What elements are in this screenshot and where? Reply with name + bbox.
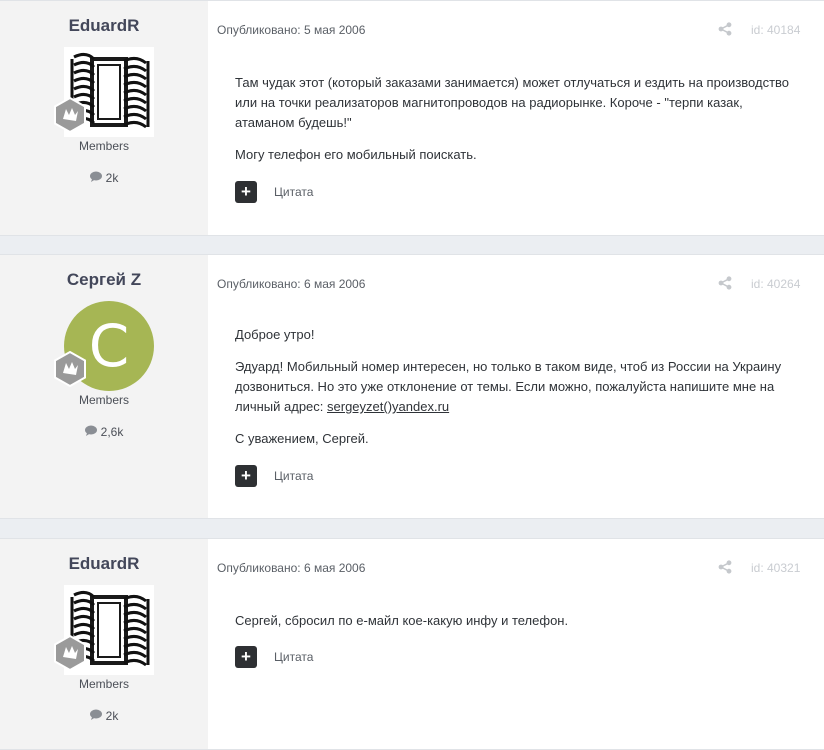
- post-content: Опубликовано: 5 мая 2006 id: 40184 Там ч…: [208, 1, 824, 235]
- member-group: Members: [78, 139, 129, 153]
- comment-icon: [89, 171, 102, 182]
- post-count: 2,6k: [0, 425, 208, 439]
- quote-button[interactable]: Цитата: [274, 469, 313, 483]
- post-actions: + Цитата: [235, 465, 313, 487]
- post-count-value: 2,6k: [100, 425, 124, 439]
- member-group: Members: [78, 393, 129, 407]
- post-paragraph: Там чудак этот (который заказами занимае…: [235, 75, 790, 130]
- quote-button[interactable]: Цитата: [274, 650, 313, 664]
- post-count: 2k: [0, 709, 208, 723]
- post-paragraph-text: Эдуард! Мобильный номер интересен, но то…: [235, 359, 782, 414]
- post-paragraph: Доброе утро!: [235, 327, 315, 342]
- post-body: Доброе утро! Эдуард! Мобильный номер инт…: [235, 325, 795, 461]
- avatar[interactable]: [54, 45, 156, 139]
- rank-badge-icon: [54, 351, 86, 387]
- post-id[interactable]: id: 40264: [751, 277, 800, 291]
- plus-icon[interactable]: +: [235, 181, 257, 203]
- avatar[interactable]: C: [54, 301, 154, 391]
- post-body: Там чудак этот (который заказами занимае…: [235, 73, 795, 177]
- post-actions: + Цитата: [235, 181, 313, 203]
- comment-icon: [89, 709, 102, 720]
- post: Сергей Z C Members 2,6k Опубликовано: 6 …: [0, 254, 824, 519]
- post-body: Сергей, сбросил по e-майл кое-какую инфу…: [235, 611, 795, 643]
- post-date[interactable]: Опубликовано: 6 мая 2006: [217, 561, 365, 575]
- post-paragraph: Эдуард! Мобильный номер интересен, но то…: [235, 357, 795, 417]
- author-panel: Сергей Z C Members 2,6k: [0, 255, 208, 518]
- share-icon[interactable]: [718, 22, 732, 36]
- post-paragraph: Сергей, сбросил по e-майл кое-какую инфу…: [235, 613, 569, 628]
- post-id[interactable]: id: 40321: [751, 561, 800, 575]
- author-name-link[interactable]: Сергей Z: [0, 270, 208, 290]
- rank-badge-icon: [54, 97, 86, 133]
- author-panel: EduardR Members 2k: [0, 539, 208, 749]
- author-name-link[interactable]: EduardR: [0, 16, 208, 36]
- post-content: Опубликовано: 6 мая 2006 id: 40264 Добро…: [208, 255, 824, 518]
- post: EduardR Members 2k Опубликовано: 5 мая 2…: [0, 0, 824, 236]
- post-date[interactable]: Опубликовано: 5 мая 2006: [217, 23, 365, 37]
- post-content: Опубликовано: 6 мая 2006 id: 40321 Серге…: [208, 539, 824, 749]
- share-icon[interactable]: [718, 560, 732, 574]
- plus-icon[interactable]: +: [235, 465, 257, 487]
- comment-icon: [84, 425, 97, 436]
- quote-button[interactable]: Цитата: [274, 185, 313, 199]
- avatar[interactable]: [54, 583, 156, 677]
- email-link[interactable]: sergeyzet()yandex.ru: [327, 399, 449, 414]
- post-paragraph: С уважением, Сергей.: [235, 431, 369, 446]
- post-id[interactable]: id: 40184: [751, 23, 800, 37]
- author-panel: EduardR Members 2k: [0, 1, 208, 235]
- author-name-link[interactable]: EduardR: [0, 554, 208, 574]
- rank-badge-icon: [54, 635, 86, 671]
- post: EduardR Members 2k Опубликовано: 6 мая 2…: [0, 538, 824, 750]
- post-count: 2k: [0, 171, 208, 185]
- post-actions: + Цитата: [235, 646, 313, 668]
- post-count-value: 2k: [105, 709, 119, 723]
- share-icon[interactable]: [718, 276, 732, 290]
- post-paragraph: Могу телефон его мобильный поискать.: [235, 147, 477, 162]
- post-date[interactable]: Опубликовано: 6 мая 2006: [217, 277, 365, 291]
- plus-icon[interactable]: +: [235, 646, 257, 668]
- post-count-value: 2k: [105, 171, 119, 185]
- member-group: Members: [78, 677, 129, 691]
